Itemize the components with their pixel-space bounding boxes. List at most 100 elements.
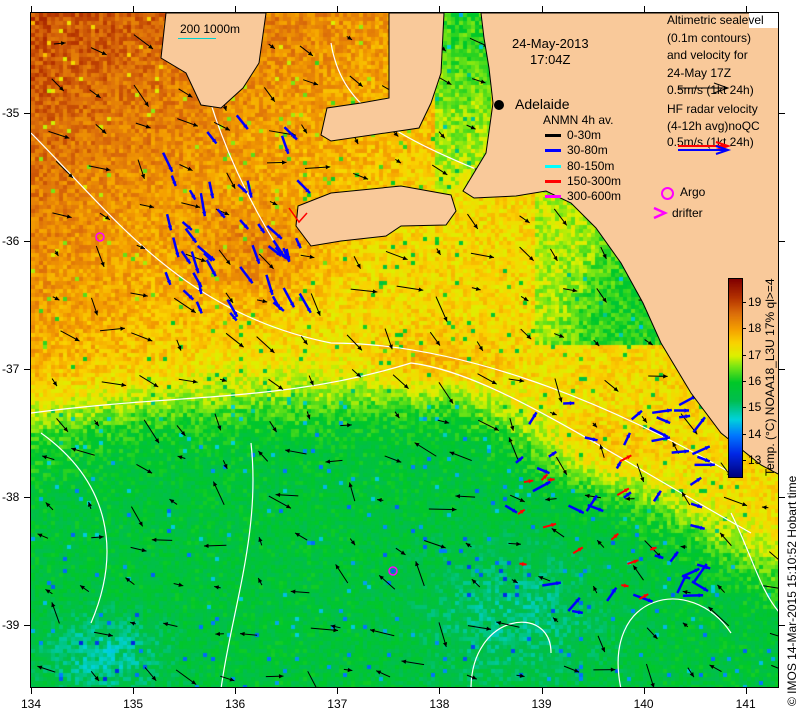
- velocity-arrow: [353, 256, 361, 269]
- velocity-arrow: [520, 328, 532, 340]
- velocity-arrow: [349, 538, 356, 546]
- velocity-arrow: [169, 498, 178, 505]
- velocity-arrow: [256, 336, 275, 354]
- velocity-arrow: [349, 75, 364, 88]
- velocity-arrow: [392, 374, 409, 390]
- velocity-arrow: [308, 375, 314, 386]
- velocity-arrow: [508, 541, 521, 547]
- velocity-arrow: [269, 421, 278, 433]
- longitude-tick-mark: [133, 688, 135, 694]
- velocity-arrow: [455, 494, 476, 499]
- velocity-arrow: [206, 131, 218, 145]
- latitude-tick-mark: [24, 369, 30, 370]
- velocity-arrow: [266, 224, 283, 240]
- velocity-arrow: [466, 124, 476, 130]
- velocity-arrow: [139, 203, 155, 209]
- velocity-arrow: [596, 539, 605, 548]
- velocity-arrow: [682, 590, 691, 595]
- latitude-tick-mark: [779, 625, 785, 626]
- velocity-arrow: [567, 504, 585, 515]
- velocity-arrow: [257, 577, 263, 586]
- velocity-arrow: [435, 296, 448, 322]
- velocity-arrow: [188, 189, 197, 201]
- velocity-arrow: [266, 160, 287, 165]
- velocity-arrow: [133, 84, 150, 107]
- velocity-arrow: [307, 671, 319, 687]
- velocity-arrow: [555, 456, 568, 475]
- map-time: 17:04Z: [530, 52, 571, 67]
- velocity-arrow: [346, 35, 353, 41]
- velocity-arrow: [548, 450, 558, 458]
- velocity-arrow: [239, 631, 258, 637]
- velocity-arrow: [763, 585, 778, 589]
- velocity-arrow: [213, 121, 231, 131]
- longitude-tick-label: 140: [633, 697, 654, 711]
- velocity-arrow: [584, 493, 602, 499]
- velocity-arrow: [348, 482, 356, 502]
- velocity-arrow: [161, 152, 174, 173]
- velocity-arrow: [587, 503, 604, 513]
- sealevel-contour-line: [220, 442, 254, 687]
- velocity-arrow: [300, 254, 315, 259]
- colorbar-tick-mark: [742, 301, 746, 303]
- hf-radar-legend-line: (4-12h avg)noQC: [667, 118, 760, 133]
- velocity-arrow: [218, 249, 231, 266]
- velocity-arrow: [471, 286, 481, 291]
- colorbar-tick-mark: [742, 433, 746, 435]
- velocity-arrow: [567, 597, 581, 612]
- velocity-arrow: [135, 122, 151, 129]
- latitude-tick-mark: [24, 113, 30, 114]
- velocity-arrow: [437, 419, 450, 425]
- velocity-arrow: [53, 41, 66, 46]
- velocity-arrow: [532, 480, 551, 493]
- velocity-arrow: [130, 621, 137, 626]
- longitude-tick-mark: [643, 6, 645, 12]
- velocity-arrow: [251, 244, 261, 265]
- velocity-arrow: [137, 159, 146, 179]
- velocity-arrow: [437, 76, 452, 86]
- velocity-arrow: [37, 533, 49, 539]
- velocity-arrow: [691, 445, 711, 456]
- velocity-arrow: [636, 463, 645, 483]
- velocity-arrow: [395, 158, 402, 164]
- velocity-arrow: [682, 622, 689, 628]
- velocity-arrow: [572, 546, 584, 555]
- velocity-arrow: [130, 506, 144, 527]
- latitude-tick-mark: [24, 625, 30, 626]
- anmn-legend-arrow-icon: [545, 164, 561, 168]
- velocity-arrow: [130, 292, 148, 298]
- longitude-tick-label: 141: [735, 697, 756, 711]
- velocity-arrow: [163, 622, 178, 627]
- velocity-arrow: [181, 202, 201, 209]
- velocity-arrow: [436, 248, 441, 256]
- depth-scale-line: [178, 38, 216, 39]
- anmn-legend-title: ANMN 4h av.: [543, 113, 614, 127]
- velocity-arrow: [90, 671, 100, 682]
- velocity-arrow: [424, 540, 446, 549]
- velocity-arrow: [136, 464, 153, 474]
- velocity-arrow: [621, 583, 629, 588]
- velocity-arrow: [257, 223, 266, 234]
- velocity-arrow: [401, 659, 425, 666]
- velocity-arrow: [60, 330, 80, 342]
- velocity-arrow: [681, 491, 691, 506]
- velocity-arrow: [528, 411, 538, 425]
- velocity-arrow: [125, 577, 135, 585]
- velocity-arrow: [652, 408, 673, 415]
- velocity-arrow: [769, 632, 778, 637]
- velocity-arrow: [465, 542, 472, 548]
- altimetry-legend-line: Altimetric sealevel: [667, 13, 764, 27]
- velocity-arrow: [304, 165, 331, 170]
- longitude-tick-mark: [643, 688, 645, 694]
- sealevel-contour-line: [470, 621, 552, 687]
- velocity-arrow: [215, 631, 224, 637]
- velocity-arrow: [549, 248, 558, 262]
- velocity-arrow: [196, 245, 216, 262]
- velocity-arrow: [563, 665, 580, 673]
- longitude-tick-mark: [541, 688, 543, 694]
- colorbar-tick-label: 16: [748, 373, 762, 388]
- velocity-arrow: [645, 663, 655, 687]
- colorbar-tick-mark: [742, 328, 746, 330]
- velocity-arrow: [610, 532, 619, 541]
- velocity-arrow: [523, 479, 534, 484]
